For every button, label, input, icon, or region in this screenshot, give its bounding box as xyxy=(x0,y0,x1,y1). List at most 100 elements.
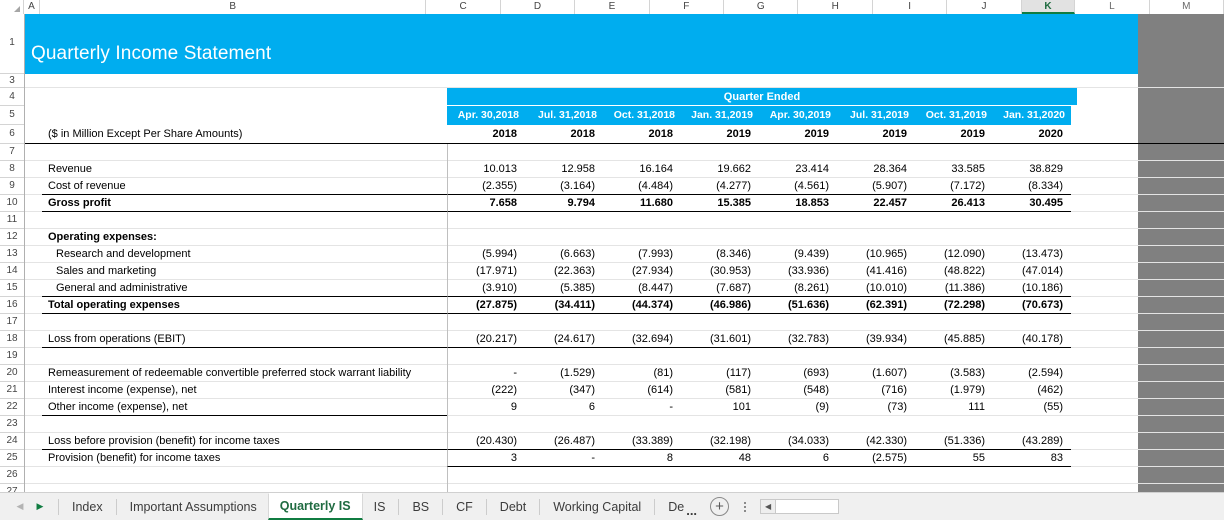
cell-G20[interactable]: (693) xyxy=(759,365,837,382)
cell-J10[interactable]: 30.495 xyxy=(993,195,1071,212)
row-label-22[interactable]: Other income (expense), net xyxy=(42,399,447,416)
row-header-14[interactable]: 14 xyxy=(0,263,24,280)
cell-G16[interactable]: (51.636) xyxy=(759,297,837,314)
sheet-tab-working-capital[interactable]: Working Capital xyxy=(542,493,653,520)
cell-F8[interactable]: 19.662 xyxy=(681,161,759,178)
cell-c17[interactable] xyxy=(447,314,525,331)
cell-C22[interactable]: 9 xyxy=(447,399,525,416)
cell-b4[interactable] xyxy=(42,88,447,106)
cell-F18[interactable]: (31.601) xyxy=(681,331,759,348)
cell-C25[interactable]: 3 xyxy=(447,450,525,467)
cell-H16[interactable]: (62.391) xyxy=(837,297,915,314)
column-header-k[interactable]: K xyxy=(1021,0,1076,14)
cell-H20[interactable]: (1.607) xyxy=(837,365,915,382)
cell-b17[interactable] xyxy=(42,314,447,331)
cell-a21[interactable] xyxy=(25,382,42,399)
cell-H10[interactable]: 22.457 xyxy=(837,195,915,212)
row-header-5[interactable]: 5 xyxy=(0,106,24,125)
add-sheet-button[interactable]: + xyxy=(710,497,730,516)
row-label-25[interactable]: Provision (benefit) for income taxes xyxy=(42,450,447,467)
cell-H26[interactable] xyxy=(837,467,915,484)
cell-F24[interactable]: (32.198) xyxy=(681,433,759,450)
cell-J12[interactable] xyxy=(993,229,1071,246)
cell-D11[interactable] xyxy=(525,212,603,229)
cell-C10[interactable]: 7.658 xyxy=(447,195,525,212)
cell-H13[interactable]: (10.965) xyxy=(837,246,915,263)
cell-a19[interactable] xyxy=(25,348,42,365)
cell-b19[interactable] xyxy=(42,348,447,365)
cell-a24[interactable] xyxy=(25,433,42,450)
cell-G17[interactable] xyxy=(759,314,837,331)
cell-I10[interactable]: 26.413 xyxy=(915,195,993,212)
row-header-11[interactable]: 11 xyxy=(0,212,24,229)
cell-J8[interactable]: 38.829 xyxy=(993,161,1071,178)
cell-I17[interactable] xyxy=(915,314,993,331)
column-header-l[interactable]: L xyxy=(1075,0,1150,14)
cell-D20[interactable]: (1.529) xyxy=(525,365,603,382)
select-all-corner[interactable] xyxy=(0,0,24,14)
cell-G24[interactable]: (34.033) xyxy=(759,433,837,450)
cell-a3[interactable] xyxy=(25,74,42,88)
cell-D19[interactable] xyxy=(525,348,603,365)
cell-E15[interactable]: (8.447) xyxy=(603,280,681,297)
cell-C21[interactable]: (222) xyxy=(447,382,525,399)
column-header-g[interactable]: G xyxy=(724,0,799,14)
cell-a23[interactable] xyxy=(25,416,42,433)
row-label-18[interactable]: Loss from operations (EBIT) xyxy=(42,331,447,348)
cell-E22[interactable]: - xyxy=(603,399,681,416)
column-header-a[interactable]: A xyxy=(23,0,41,14)
cell-H9[interactable]: (5.907) xyxy=(837,178,915,195)
cell-H25[interactable]: (2.575) xyxy=(837,450,915,467)
cell-a7[interactable] xyxy=(25,144,42,161)
cell-E24[interactable]: (33.389) xyxy=(603,433,681,450)
cell-J21[interactable]: (462) xyxy=(993,382,1071,399)
row-header-13[interactable]: 13 xyxy=(0,246,24,263)
cell-a13[interactable] xyxy=(25,246,42,263)
sheet-grid[interactable]: Quarterly Income Statement Quarter Ended… xyxy=(25,14,1224,492)
cell-b3[interactable] xyxy=(42,74,447,88)
cell-H14[interactable]: (41.416) xyxy=(837,263,915,280)
column-header-e[interactable]: E xyxy=(575,0,650,14)
cell-F14[interactable]: (30.953) xyxy=(681,263,759,280)
cell-D14[interactable]: (22.363) xyxy=(525,263,603,280)
cell-D17[interactable] xyxy=(525,314,603,331)
cell-a27[interactable] xyxy=(25,484,42,492)
sheet-tab-index[interactable]: Index xyxy=(61,493,114,520)
cell-J19[interactable] xyxy=(993,348,1071,365)
row-header-15[interactable]: 15 xyxy=(0,280,24,297)
row-header-1[interactable]: 1 xyxy=(0,14,24,74)
cell-D18[interactable]: (24.617) xyxy=(525,331,603,348)
row-header-22[interactable]: 22 xyxy=(0,399,24,416)
cell-D24[interactable]: (26.487) xyxy=(525,433,603,450)
cell-J14[interactable]: (47.014) xyxy=(993,263,1071,280)
sheet-tab-quarterly-is[interactable]: Quarterly IS xyxy=(267,493,363,520)
cell-D26[interactable] xyxy=(525,467,603,484)
cell-E10[interactable]: 11.680 xyxy=(603,195,681,212)
cell-J11[interactable] xyxy=(993,212,1071,229)
cell-H27[interactable] xyxy=(837,484,915,492)
cell-I22[interactable]: 111 xyxy=(915,399,993,416)
cell-c26[interactable] xyxy=(447,467,525,484)
cell-I16[interactable]: (72.298) xyxy=(915,297,993,314)
cell-C9[interactable]: (2.355) xyxy=(447,178,525,195)
cell-a11[interactable] xyxy=(25,212,42,229)
cell-b26[interactable] xyxy=(42,467,447,484)
cell-J20[interactable]: (2.594) xyxy=(993,365,1071,382)
scroll-track[interactable] xyxy=(776,500,839,513)
cell-C15[interactable]: (3.910) xyxy=(447,280,525,297)
row-header-21[interactable]: 21 xyxy=(0,382,24,399)
sheet-tab-cf[interactable]: CF xyxy=(445,493,484,520)
row-header-18[interactable]: 18 xyxy=(0,331,24,348)
cell-F9[interactable]: (4.277) xyxy=(681,178,759,195)
cell-F19[interactable] xyxy=(681,348,759,365)
column-header-m[interactable]: M xyxy=(1149,0,1224,14)
row-header-25[interactable]: 25 xyxy=(0,450,24,467)
sheet-tab-is[interactable]: IS xyxy=(362,493,397,520)
cell-a22[interactable] xyxy=(25,399,42,416)
cell-D21[interactable]: (347) xyxy=(525,382,603,399)
cell-E18[interactable]: (32.694) xyxy=(603,331,681,348)
cell-E16[interactable]: (44.374) xyxy=(603,297,681,314)
cell-E26[interactable] xyxy=(603,467,681,484)
row-label-20[interactable]: Remeasurement of redeemable convertible … xyxy=(42,365,447,382)
cell-b23[interactable] xyxy=(42,416,447,433)
